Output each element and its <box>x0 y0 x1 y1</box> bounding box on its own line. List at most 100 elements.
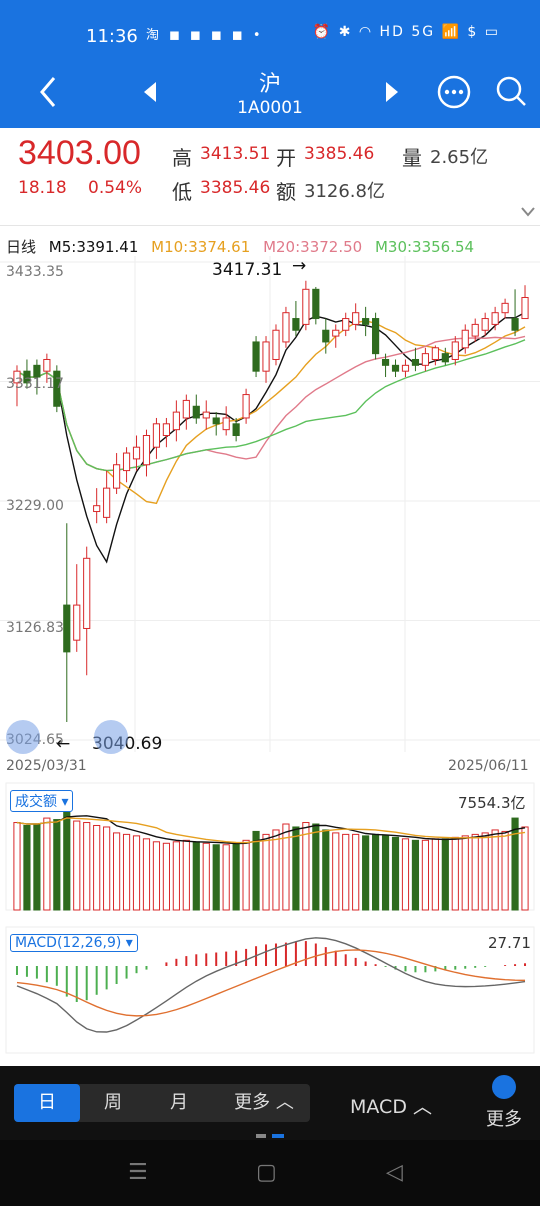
quote-panel: 3403.00 18.18 0.54% 高 3413.51 开 3385.46 … <box>0 128 540 226</box>
volume-bar <box>202 842 210 911</box>
volume-bar <box>63 797 71 911</box>
chat-icon[interactable] <box>436 74 472 110</box>
volume-bar <box>322 829 330 911</box>
candle-body <box>322 329 330 343</box>
volume-bar <box>142 838 151 911</box>
volume-bar <box>511 817 519 911</box>
volume-bar <box>73 820 81 911</box>
high-mark-label: 3417.31 <box>212 260 283 280</box>
menu-icon[interactable]: ☰ <box>128 1160 148 1185</box>
candle-body <box>451 341 459 360</box>
candle-body <box>381 358 390 366</box>
candle-body <box>441 353 449 363</box>
candle-body <box>511 318 519 331</box>
page-indicator-active <box>272 1134 284 1138</box>
nav-bar: 沪 1A0001 <box>0 64 540 128</box>
indicator-label: MACD <box>350 1096 407 1118</box>
candle-body <box>242 394 250 419</box>
notification-icons: 淘 ◼ ◼ ◼ ◼ • <box>146 28 264 43</box>
candle-body <box>162 423 170 437</box>
candle-body <box>272 329 280 360</box>
candle-body <box>401 364 410 372</box>
volume-bar <box>192 841 200 911</box>
macd-dea-line <box>16 949 526 1017</box>
volume-indicator-select[interactable]: 成交额 ▾ <box>10 790 74 812</box>
more-button[interactable]: 更多 <box>484 1074 524 1131</box>
volume-bar <box>421 839 429 911</box>
home-icon[interactable]: ▢ <box>256 1160 277 1185</box>
low-value: 3385.46 <box>200 178 271 198</box>
y-tick-label: 3126.83 <box>6 620 64 636</box>
system-nav-bar: ☰ ▢ ◁ <box>0 1140 540 1206</box>
volume-bar <box>302 822 310 911</box>
more-label: 更多 <box>486 1109 522 1130</box>
candle-body <box>282 312 290 343</box>
indicator-select[interactable]: MACD ︿ <box>350 1092 432 1119</box>
next-stock-icon[interactable] <box>382 80 400 104</box>
candle-body <box>461 329 469 349</box>
bottom-toolbar: 日 周 月 更多 ︿ MACD ︿ 更多 <box>0 1066 540 1140</box>
tab-week[interactable]: 周 <box>80 1084 146 1122</box>
volume-bar <box>292 826 300 911</box>
volume-bar <box>481 832 489 911</box>
candle-body <box>43 358 51 372</box>
candle-body <box>252 341 260 372</box>
volume-bar <box>441 838 449 911</box>
macd-indicator-select[interactable]: MACD(12,26,9) ▾ <box>10 934 138 952</box>
volume-bar <box>172 841 180 911</box>
volume-bar <box>381 835 390 911</box>
candle-body <box>202 411 210 419</box>
expand-chevron-icon[interactable] <box>520 206 536 218</box>
candle-body <box>501 302 509 314</box>
candle-body <box>63 604 71 653</box>
high-value: 3413.51 <box>200 144 271 164</box>
ma20-value: M20:3372.50 <box>263 238 363 256</box>
candle-body <box>192 405 200 419</box>
low-label: 低 <box>172 180 192 204</box>
candle-body <box>182 399 190 419</box>
volume-bar <box>491 829 499 911</box>
volume-value: 2.65亿 <box>430 147 489 168</box>
volume-bar <box>23 824 31 911</box>
search-icon[interactable] <box>494 74 530 110</box>
candle-body <box>262 341 270 372</box>
volume-bar <box>272 829 280 911</box>
tab-month[interactable]: 月 <box>146 1084 212 1122</box>
candle-body <box>372 318 380 355</box>
candle-body <box>312 288 320 320</box>
volume-bar <box>262 833 270 911</box>
date-start: 2025/03/31 <box>6 758 87 774</box>
y-tick-label: 3229.00 <box>6 498 64 514</box>
page-indicator <box>256 1134 266 1138</box>
candle-body <box>362 318 370 325</box>
macd-max-label: 27.71 <box>488 934 531 952</box>
candle-body <box>83 557 91 629</box>
tab-more-periods[interactable]: 更多 ︿ <box>218 1084 310 1122</box>
system-status-icons: ⏰ ✱ ◠ HD 5G 📶 $ ▭ <box>312 24 500 40</box>
zoom-button[interactable] <box>94 720 128 754</box>
volume-bar <box>182 839 190 911</box>
status-bar: 11:36 淘 ◼ ◼ ◼ ◼ • ⏰ ✱ ◠ HD 5G 📶 $ ▭ <box>0 0 540 64</box>
scroll-left-button[interactable] <box>6 720 40 754</box>
high-mark-arrow: → <box>292 256 307 276</box>
open-label: 开 <box>276 146 296 170</box>
volume-bar <box>13 822 21 911</box>
volume-max-label: 7554.3亿 <box>458 794 526 812</box>
candlestick-chart[interactable] <box>0 256 540 756</box>
volume-bar <box>362 835 370 911</box>
volume-bar <box>53 819 61 911</box>
volume-bar <box>372 833 380 911</box>
candle-body <box>113 464 121 489</box>
volume-bar <box>391 836 400 911</box>
tab-day[interactable]: 日 <box>14 1084 80 1122</box>
volume-bar <box>232 842 240 911</box>
amount-value: 3126.8亿 <box>304 181 385 202</box>
candle-body <box>292 318 300 331</box>
candle-body <box>232 423 240 437</box>
low-mark-arrow: ← <box>56 734 71 754</box>
candle-body <box>431 347 439 360</box>
back-nav-icon[interactable]: ◁ <box>386 1160 403 1185</box>
candle-body <box>521 296 529 320</box>
ma-legend: 日线 M5:3391.41 M10:3374.61 M20:3372.50 M3… <box>6 236 482 257</box>
volume-bar <box>431 838 439 911</box>
